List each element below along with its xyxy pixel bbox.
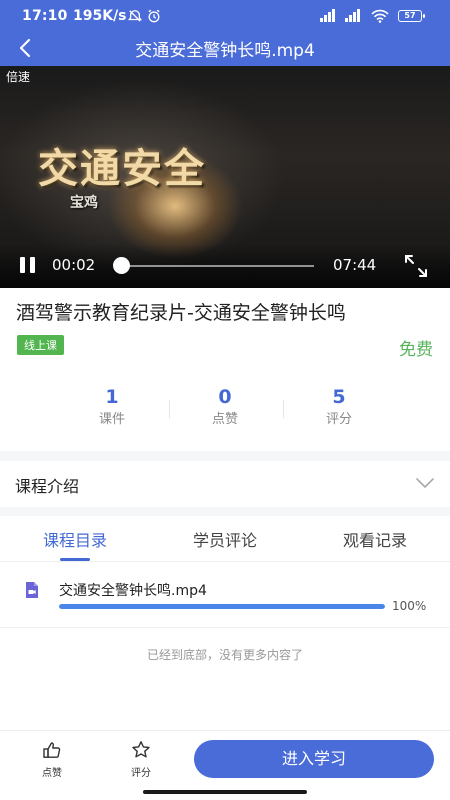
duration: 07:44 — [333, 256, 377, 274]
chevron-down-icon — [416, 478, 434, 488]
rate-label: 评分 — [131, 768, 151, 779]
current-time: 00:02 — [52, 256, 96, 274]
course-stats: 1 课件 0 点赞 5 评分 — [0, 384, 450, 434]
seek-handle[interactable] — [112, 257, 130, 274]
player-controls: 00:02 07:44 — [0, 244, 450, 288]
course-type-badge: 线上课 — [17, 335, 64, 355]
stat-rating: 5 评分 — [289, 384, 389, 430]
star-icon — [132, 741, 150, 758]
pause-icon — [20, 257, 25, 273]
course-intro-label: 课程介绍 — [15, 477, 80, 496]
divider — [283, 400, 284, 418]
lesson-progress-text: 100% — [392, 599, 427, 613]
top-bar: 17:10 195K/s 57 交通安全警钟长鸣.mp4 — [0, 0, 450, 66]
seek-bar[interactable] — [116, 265, 314, 267]
like-label: 点赞 — [42, 768, 62, 779]
active-tab-indicator — [60, 558, 90, 561]
course-price: 免费 — [399, 340, 433, 360]
video-player[interactable]: 交通安全 宝鸡 倍速 00:02 07:44 — [0, 66, 450, 288]
thumbs-up-icon — [43, 742, 61, 758]
stat-label: 课件 — [98, 412, 125, 427]
like-button[interactable]: 点赞 — [32, 740, 72, 779]
fullscreen-button[interactable] — [403, 253, 429, 279]
video-overlay-title: 交通安全 — [38, 145, 206, 192]
tab-reviews[interactable]: 学员评论 — [165, 527, 285, 551]
network-speed: 195K/s — [73, 8, 127, 24]
course-info-card: 酒驾警示教育纪录片-交通安全警钟长鸣 线上课 免费 1 课件 0 点赞 5 评分 — [0, 288, 450, 451]
tab-bar: 课程目录 学员评论 观看记录 — [0, 516, 450, 562]
rate-button[interactable]: 评分 — [121, 740, 161, 779]
status-bar: 17:10 195K/s 57 — [0, 0, 450, 32]
playback-speed-button[interactable]: 倍速 — [6, 68, 30, 85]
stat-value: 0 — [218, 386, 232, 408]
video-file-icon — [26, 582, 38, 598]
battery-icon: 57 — [398, 10, 425, 22]
status-time: 17:10 — [22, 8, 68, 24]
stat-label: 点赞 — [211, 412, 238, 427]
stat-label: 评分 — [325, 412, 352, 427]
pause-button[interactable] — [20, 257, 36, 275]
alarm-clock-icon — [148, 9, 160, 23]
home-indicator — [143, 790, 307, 794]
signal-icon — [345, 9, 360, 22]
course-intro-toggle[interactable]: 课程介绍 — [0, 461, 450, 507]
lesson-progress-fill — [59, 604, 385, 609]
stat-value: 5 — [332, 386, 346, 408]
start-learning-button[interactable]: 进入学习 — [194, 740, 434, 778]
lesson-item[interactable]: 交通安全警钟长鸣.mp4 100% — [0, 562, 450, 628]
bottom-action-bar: 点赞 评分 进入学习 — [0, 730, 450, 800]
tab-catalog[interactable]: 课程目录 — [15, 527, 135, 551]
end-of-list-text: 已经到底部，没有更多内容了 — [146, 648, 303, 662]
signal-icon — [320, 9, 335, 22]
video-overlay-subtitle: 宝鸡 — [70, 195, 98, 211]
course-title: 酒驾警示教育纪录片-交通安全警钟长鸣 — [16, 302, 346, 324]
stat-value: 1 — [105, 386, 119, 408]
stat-courseware: 1 课件 — [62, 384, 162, 430]
page-header: 交通安全警钟长鸣.mp4 — [0, 32, 450, 66]
tab-watch-history[interactable]: 观看记录 — [315, 527, 435, 551]
divider — [169, 400, 170, 418]
alarm-off-icon — [128, 10, 142, 22]
page-title: 交通安全警钟长鸣.mp4 — [135, 41, 315, 61]
stat-likes: 0 点赞 — [175, 384, 275, 430]
wifi-icon — [371, 9, 389, 23]
lesson-list: 交通安全警钟长鸣.mp4 100% 已经到底部，没有更多内容了 — [0, 562, 450, 730]
lesson-name: 交通安全警钟长鸣.mp4 — [59, 583, 207, 599]
lesson-progress-bar — [59, 604, 385, 609]
